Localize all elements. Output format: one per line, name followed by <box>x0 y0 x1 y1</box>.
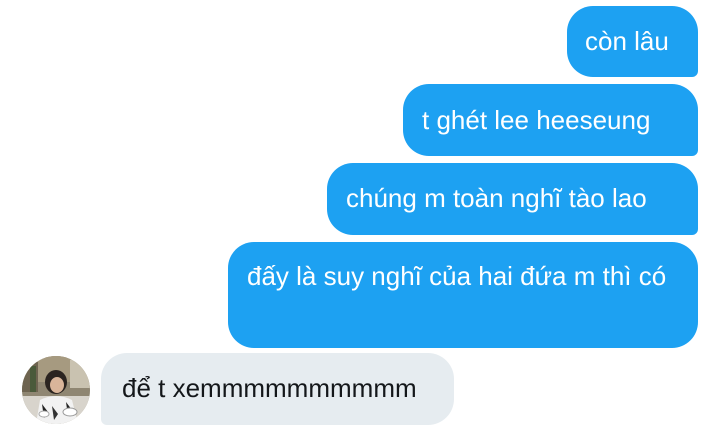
sender-avatar[interactable] <box>22 356 90 424</box>
avatar-photo <box>22 356 90 424</box>
outgoing-message-bubble[interactable]: t ghét lee heeseung <box>403 84 698 156</box>
outgoing-message-bubble[interactable]: còn lâu <box>567 6 698 77</box>
incoming-message-bubble[interactable]: để t xemmmmmmmmmm <box>101 353 454 425</box>
conversation-thread: còn lâu t ghét lee heeseung chúng m toàn… <box>0 0 719 441</box>
outgoing-message-bubble[interactable]: chúng m toàn nghĩ tào lao <box>327 163 698 235</box>
outgoing-message-bubble[interactable]: đấy là suy nghĩ của hai đứa m thì có <box>228 242 698 348</box>
